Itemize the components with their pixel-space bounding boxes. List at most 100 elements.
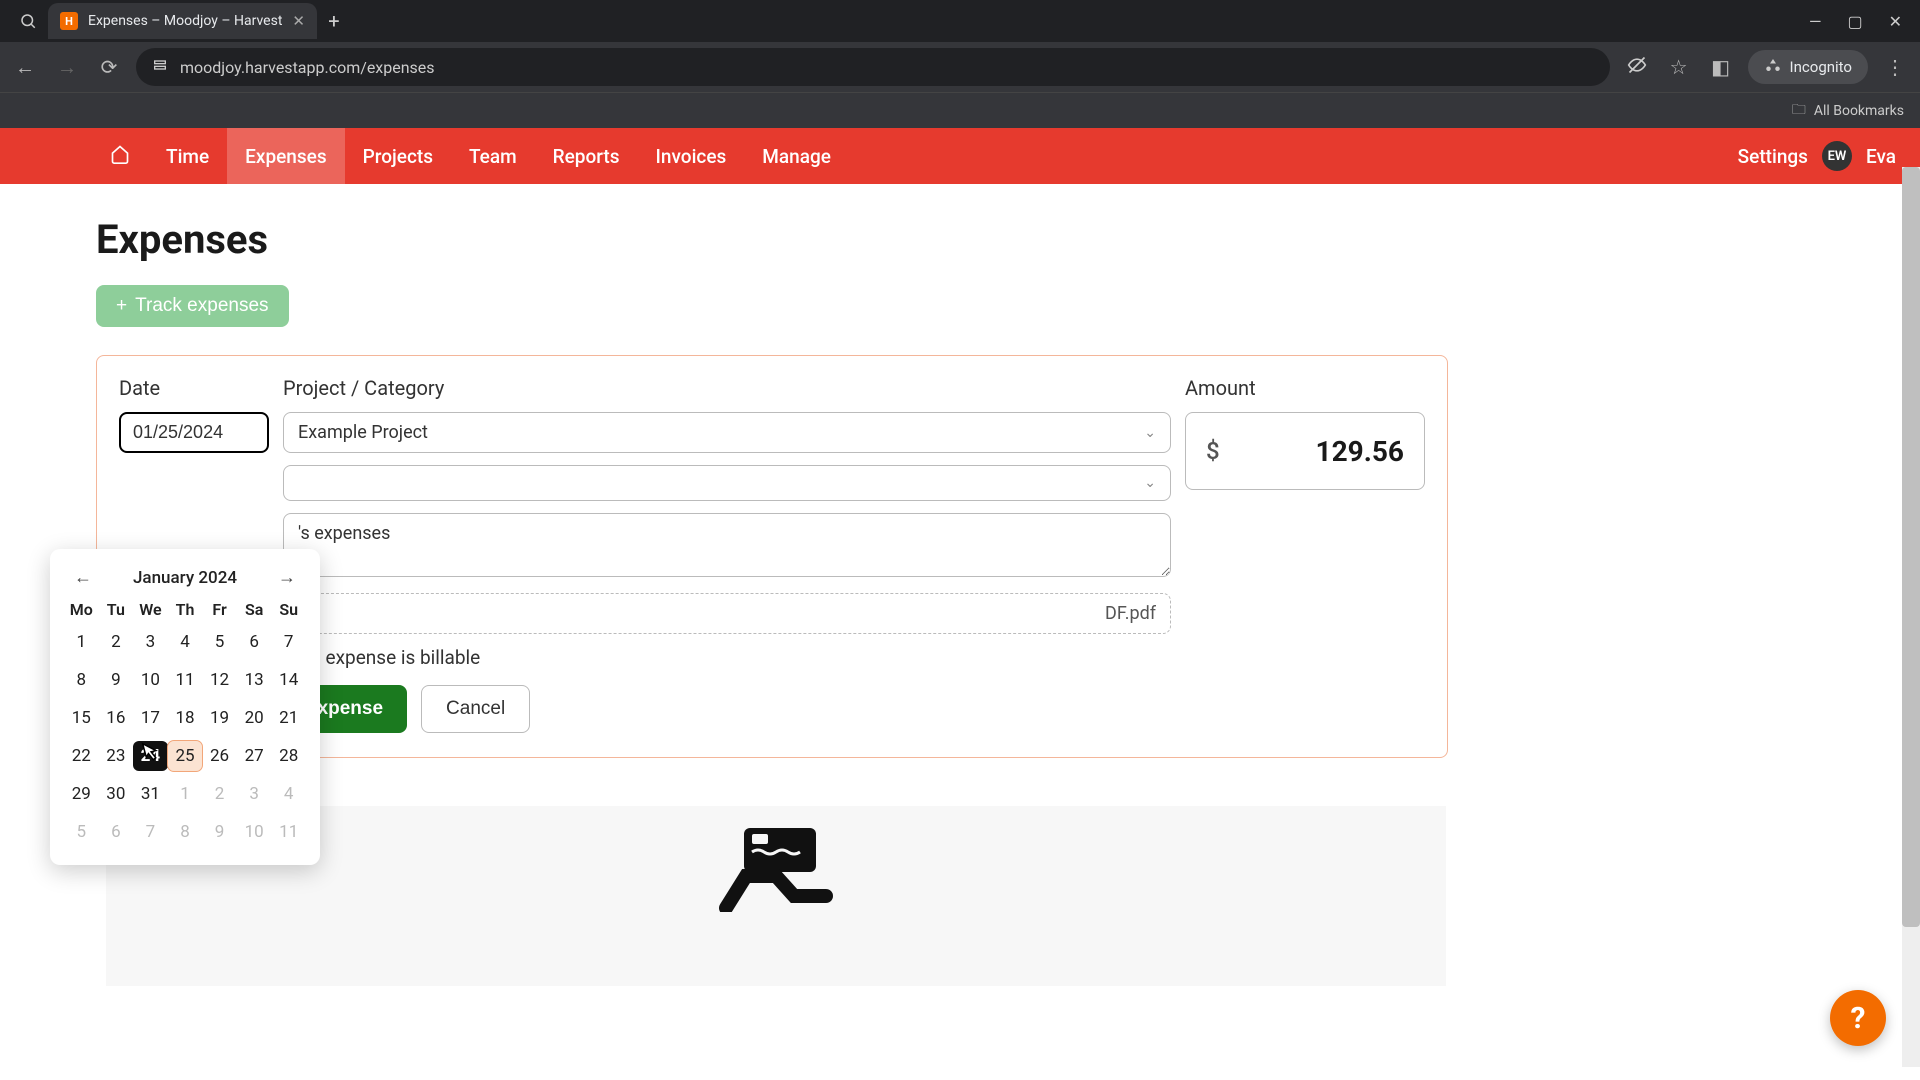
calendar-day[interactable]: 3 — [133, 627, 168, 657]
calendar-day[interactable]: 7 — [271, 627, 306, 657]
minimize-icon[interactable]: — — [1809, 12, 1822, 31]
calendar-day[interactable]: 25 — [168, 741, 203, 771]
calendar-dow: Mo — [64, 600, 99, 619]
calendar-day[interactable]: 17 — [133, 703, 168, 733]
calendar-day[interactable]: 30 — [99, 779, 134, 809]
calendar-day[interactable]: 14 — [271, 665, 306, 695]
calendar-day[interactable]: 21 — [271, 703, 306, 733]
back-button[interactable]: ← — [10, 55, 40, 80]
calendar-day[interactable]: 23 — [99, 741, 134, 771]
plus-icon: + — [116, 295, 127, 317]
tab-favicon: H — [60, 12, 78, 30]
nav-username[interactable]: Eva — [1866, 145, 1896, 168]
calendar-day[interactable]: 16 — [99, 703, 134, 733]
calendar-day: 4 — [271, 779, 306, 809]
incognito-label: Incognito — [1790, 58, 1852, 76]
calendar-next-button[interactable]: → — [274, 567, 300, 588]
calendar-prev-button[interactable]: ← — [70, 567, 96, 588]
amount-label: Amount — [1185, 376, 1425, 400]
project-select[interactable]: Example Project ⌄ — [283, 412, 1171, 453]
calendar-day[interactable]: 27 — [237, 741, 272, 771]
calendar-day[interactable]: 15 — [64, 703, 99, 733]
reload-button[interactable]: ⟳ — [94, 55, 124, 79]
calendar-dow: Tu — [99, 600, 134, 619]
nav-item-expenses[interactable]: Expenses — [227, 128, 344, 184]
calendar-day[interactable]: 9 — [99, 665, 134, 695]
calendar-day[interactable]: 28 — [271, 741, 306, 771]
all-bookmarks-button[interactable]: 🗀 All Bookmarks — [1792, 99, 1904, 123]
tab-close-icon[interactable]: ✕ — [292, 12, 305, 30]
amount-input[interactable]: $ 129.56 — [1185, 412, 1425, 490]
billable-label: s expense is billable — [311, 646, 480, 669]
avatar[interactable]: EW — [1822, 141, 1852, 171]
bookmark-star-icon[interactable]: ☆ — [1664, 55, 1694, 79]
new-tab-button[interactable]: + — [317, 9, 351, 33]
site-info-icon[interactable] — [152, 57, 168, 77]
notes-textarea[interactable] — [283, 513, 1171, 577]
calendar-dow: Th — [168, 600, 203, 619]
calendar-day[interactable]: 13 — [237, 665, 272, 695]
incognito-badge[interactable]: Incognito — [1748, 50, 1868, 84]
address-bar[interactable]: moodjoy.harvestapp.com/expenses — [136, 48, 1610, 86]
calendar-day[interactable]: 31 — [133, 779, 168, 809]
calendar-day[interactable]: 1 — [64, 627, 99, 657]
calendar-day[interactable]: 19 — [202, 703, 237, 733]
calendar-day[interactable]: 24 — [133, 741, 168, 771]
bookmarks-bar: 🗀 All Bookmarks — [0, 92, 1920, 128]
calendar-day[interactable]: 22 — [64, 741, 99, 771]
nav-item-manage[interactable]: Manage — [744, 128, 849, 184]
forward-button: → — [52, 55, 82, 80]
calendar-day: 7 — [133, 817, 168, 847]
date-label: Date — [119, 376, 269, 400]
calendar-day[interactable]: 18 — [168, 703, 203, 733]
side-panel-icon[interactable]: ◧ — [1706, 55, 1736, 79]
calendar-day[interactable]: 29 — [64, 779, 99, 809]
track-expenses-label: Track expenses — [135, 295, 268, 317]
home-icon[interactable] — [110, 144, 130, 169]
calendar-day[interactable]: 6 — [237, 627, 272, 657]
nav-item-invoices[interactable]: Invoices — [638, 128, 745, 184]
calendar-month-title: January 2024 — [133, 568, 237, 588]
category-select[interactable]: ⌄ — [283, 465, 1171, 501]
eye-off-icon[interactable] — [1622, 55, 1652, 80]
nav-item-team[interactable]: Team — [451, 128, 535, 184]
date-input[interactable] — [119, 412, 269, 453]
calendar-day[interactable]: 8 — [64, 665, 99, 695]
scrollbar-thumb[interactable] — [1902, 167, 1920, 927]
calendar-day: 9 — [202, 817, 237, 847]
calendar-day[interactable]: 26 — [202, 741, 237, 771]
calendar-dow: Su — [271, 600, 306, 619]
calendar-day: 1 — [168, 779, 203, 809]
project-category-label: Project / Category — [283, 376, 1171, 400]
track-expenses-button[interactable]: + Track expenses — [96, 285, 289, 327]
cancel-button[interactable]: Cancel — [421, 685, 530, 733]
calendar-day[interactable]: 20 — [237, 703, 272, 733]
calendar-day[interactable]: 4 — [168, 627, 203, 657]
receipt-file-box[interactable]: DF.pdf — [283, 593, 1171, 634]
nav-item-projects[interactable]: Projects — [345, 128, 451, 184]
project-select-value: Example Project — [298, 422, 428, 443]
kebab-menu-icon[interactable]: ⋮ — [1880, 55, 1910, 79]
calendar-day[interactable]: 11 — [168, 665, 203, 695]
nav-settings[interactable]: Settings — [1738, 145, 1808, 168]
browser-chrome: H Expenses – Moodjoy – Harvest ✕ + — ▢ ✕… — [0, 0, 1920, 128]
chevron-down-icon: ⌄ — [1144, 475, 1156, 491]
nav-item-reports[interactable]: Reports — [535, 128, 638, 184]
browser-tab[interactable]: H Expenses – Moodjoy – Harvest ✕ — [48, 3, 317, 39]
vertical-scrollbar[interactable] — [1902, 167, 1920, 1067]
close-window-icon[interactable]: ✕ — [1889, 12, 1902, 31]
help-fab-button[interactable]: ? — [1830, 990, 1886, 1046]
receipt-file-name: DF.pdf — [1105, 603, 1156, 624]
calendar-day: 11 — [271, 817, 306, 847]
nav-item-time[interactable]: Time — [148, 128, 227, 184]
calendar-day: 8 — [168, 817, 203, 847]
calendar-day[interactable]: 5 — [202, 627, 237, 657]
calendar-day[interactable]: 2 — [99, 627, 134, 657]
maximize-icon[interactable]: ▢ — [1847, 12, 1862, 31]
calendar-day[interactable]: 12 — [202, 665, 237, 695]
app-nav: TimeExpensesProjectsTeamReportsInvoicesM… — [0, 128, 1920, 184]
tab-search-icon[interactable] — [8, 12, 48, 30]
calendar-day[interactable]: 10 — [133, 665, 168, 695]
calendar-day: 10 — [237, 817, 272, 847]
tab-strip: H Expenses – Moodjoy – Harvest ✕ + — ▢ ✕ — [0, 0, 1920, 42]
